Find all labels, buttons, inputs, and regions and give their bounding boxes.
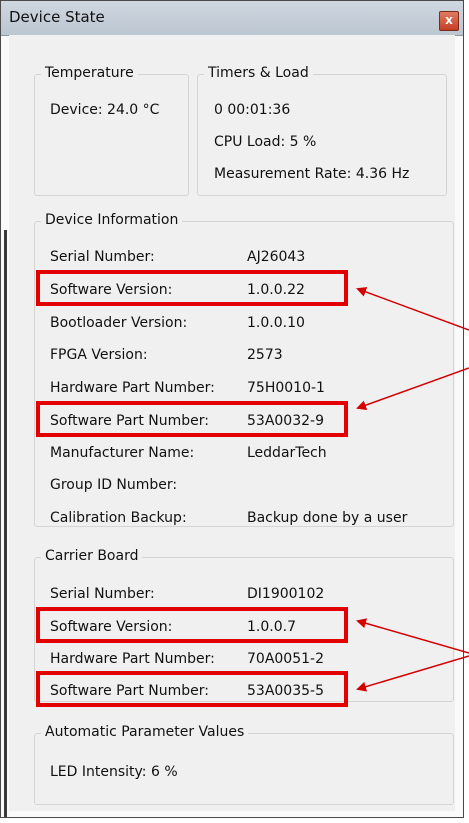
arrow-to-device-software-version (356, 287, 469, 331)
arrow-to-carrier-software-version (356, 618, 469, 654)
annotation-arrows (356, 287, 469, 692)
arrow-to-carrier-software-part-number (356, 655, 469, 692)
arrow-to-device-software-part-number (356, 367, 469, 410)
